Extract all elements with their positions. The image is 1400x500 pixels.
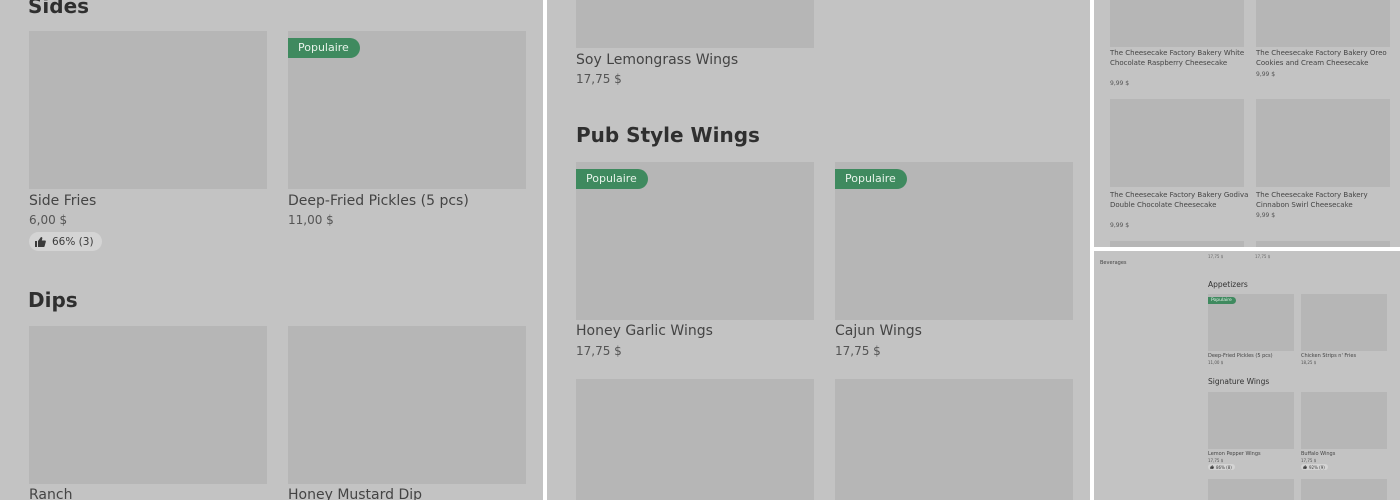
honey-garlic-wings-price: 17,75 $ bbox=[576, 344, 622, 358]
cheesecake-name[interactable]: The Cheesecake Factory Bakery Oreo Cooki… bbox=[1256, 49, 1396, 68]
thumbs-up-icon bbox=[35, 236, 46, 247]
lemon-pepper-wings-rating-badge: 86% (8) bbox=[1208, 464, 1235, 470]
cajun-wings-price: 17,75 $ bbox=[835, 344, 881, 358]
cheesecake-price: 9,99 $ bbox=[1256, 71, 1276, 78]
menu-item-image[interactable] bbox=[1301, 479, 1387, 500]
cheesecake-image[interactable] bbox=[1110, 99, 1244, 187]
lemon-pepper-wings-image[interactable] bbox=[1208, 392, 1294, 449]
buffalo-wings-rating-badge: 92% (9) bbox=[1301, 464, 1328, 470]
thumbs-up-icon bbox=[1303, 465, 1307, 469]
menu-view-cheesecakes: The Cheesecake Factory Bakery White Choc… bbox=[1094, 0, 1400, 247]
buffalo-wings-name[interactable]: Buffalo Wings bbox=[1301, 451, 1335, 457]
menu-item-image[interactable] bbox=[1208, 479, 1294, 500]
soy-lemongrass-wings-name[interactable]: Soy Lemongrass Wings bbox=[576, 52, 738, 68]
deep-fried-pickles-price: 11,00 $ bbox=[288, 213, 334, 227]
honey-garlic-wings-name[interactable]: Honey Garlic Wings bbox=[576, 323, 713, 339]
honey-mustard-dip-image[interactable] bbox=[288, 326, 526, 484]
buffalo-wings-price: 17,75 $ bbox=[1301, 458, 1317, 463]
cheesecake-image[interactable] bbox=[1256, 99, 1390, 187]
soy-lemongrass-wings-image[interactable] bbox=[576, 0, 814, 48]
cheesecake-image[interactable] bbox=[1110, 0, 1244, 47]
menu-view-pub-style-wings: Soy Lemongrass Wings 17,75 $ Pub Style W… bbox=[547, 0, 1090, 500]
menu-view-overview: Beverages 17,75 $ 17,75 $ Appetizers Pop… bbox=[1094, 251, 1400, 500]
menu-view-sides-dips: Sides Side Fries 6,00 $ 66% (3) Populair… bbox=[0, 0, 543, 500]
section-title-sides: Sides bbox=[28, 0, 90, 18]
rating-text: 86% (8) bbox=[1216, 464, 1232, 470]
cheesecake-image[interactable] bbox=[1110, 241, 1244, 247]
rating-text: 92% (9) bbox=[1309, 464, 1325, 470]
section-title-dips: Dips bbox=[28, 288, 78, 312]
popular-badge: Populaire bbox=[1208, 297, 1236, 304]
lemon-pepper-wings-price: 17,75 $ bbox=[1208, 458, 1224, 463]
deep-fried-pickles-name[interactable]: Deep-Fried Pickles (5 pcs) bbox=[288, 193, 469, 209]
cheesecake-name[interactable]: The Cheesecake Factory Bakery White Choc… bbox=[1110, 49, 1250, 68]
item-price: 17,75 $ bbox=[1255, 254, 1271, 259]
cajun-wings-name[interactable]: Cajun Wings bbox=[835, 323, 922, 339]
popular-badge: Populaire bbox=[288, 38, 360, 58]
side-fries-price: 6,00 $ bbox=[29, 213, 68, 227]
soy-lemongrass-wings-price: 17,75 $ bbox=[576, 72, 622, 86]
cheesecake-price: 9,99 $ bbox=[1110, 222, 1130, 229]
thumbs-up-icon bbox=[1210, 465, 1214, 469]
cheesecake-image[interactable] bbox=[1256, 241, 1390, 247]
popular-badge: Populaire bbox=[835, 169, 907, 189]
lemon-pepper-wings-name[interactable]: Lemon Pepper Wings bbox=[1208, 451, 1261, 457]
ranch-image[interactable] bbox=[29, 326, 267, 484]
deep-fried-pickles-price: 11,00 $ bbox=[1208, 360, 1224, 365]
section-title-pub-style-wings: Pub Style Wings bbox=[576, 123, 760, 147]
ranch-name[interactable]: Ranch bbox=[29, 487, 72, 500]
sidebar-item-beverages[interactable]: Beverages bbox=[1100, 260, 1127, 266]
chicken-strips-name[interactable]: Chicken Strips n' Fries bbox=[1301, 353, 1356, 359]
section-title-signature-wings: Signature Wings bbox=[1208, 377, 1270, 386]
section-title-appetizers: Appetizers bbox=[1208, 280, 1248, 289]
honey-mustard-dip-name[interactable]: Honey Mustard Dip bbox=[288, 487, 422, 500]
side-fries-rating-badge: 66% (3) bbox=[29, 232, 102, 251]
chicken-strips-price: 18,25 $ bbox=[1301, 360, 1317, 365]
cheesecake-name[interactable]: The Cheesecake Factory Bakery Godiva Dou… bbox=[1110, 191, 1250, 210]
cheesecake-price: 9,99 $ bbox=[1256, 212, 1276, 219]
menu-item-image[interactable] bbox=[576, 379, 814, 500]
cheesecake-price: 9,99 $ bbox=[1110, 80, 1130, 87]
cheesecake-image[interactable] bbox=[1256, 0, 1390, 47]
chicken-strips-image[interactable] bbox=[1301, 294, 1387, 351]
side-fries-rating-text: 66% (3) bbox=[52, 235, 94, 248]
side-fries-image[interactable] bbox=[29, 31, 267, 189]
deep-fried-pickles-name[interactable]: Deep-Fried Pickles (5 pcs) bbox=[1208, 353, 1273, 359]
cheesecake-name[interactable]: The Cheesecake Factory Bakery Cinnabon S… bbox=[1256, 191, 1396, 210]
buffalo-wings-image[interactable] bbox=[1301, 392, 1387, 449]
menu-item-image[interactable] bbox=[835, 379, 1073, 500]
popular-badge: Populaire bbox=[576, 169, 648, 189]
item-price: 17,75 $ bbox=[1208, 254, 1224, 259]
side-fries-name[interactable]: Side Fries bbox=[29, 193, 96, 209]
